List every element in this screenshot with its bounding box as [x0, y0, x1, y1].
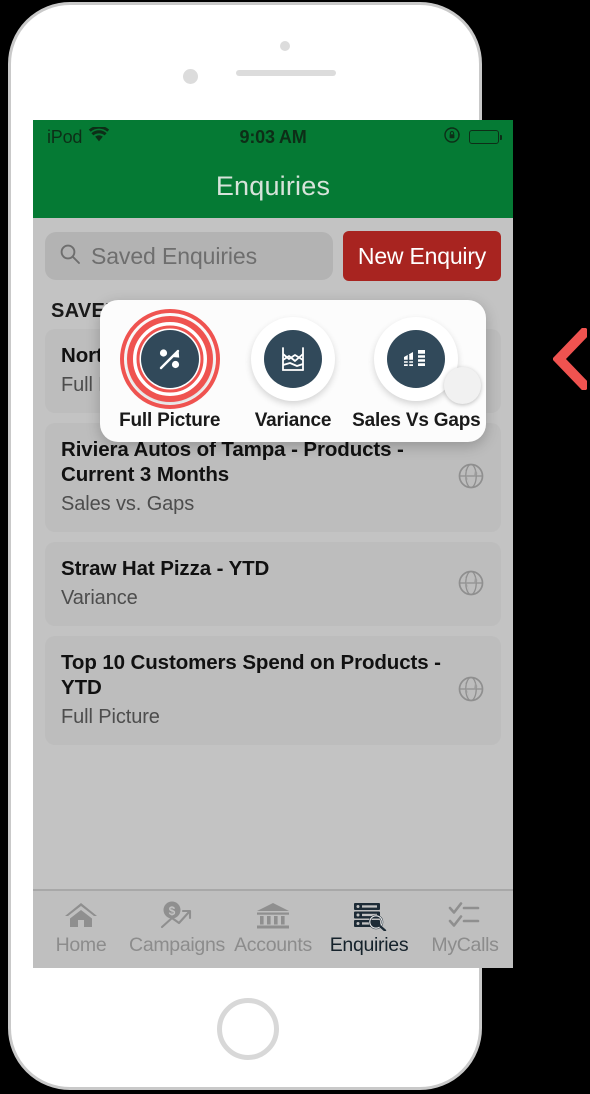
page-title: Enquiries — [215, 170, 331, 201]
tab-label: Enquiries — [329, 934, 409, 956]
list-item-title: Top 10 Customers Spend on Products - YTD — [61, 650, 441, 700]
checklist-icon — [446, 898, 484, 932]
sales-vs-gaps-icon — [387, 330, 446, 388]
tab-accounts[interactable]: Accounts — [225, 898, 321, 957]
full-picture-icon-wrap — [119, 309, 220, 409]
status-bar: iPod 9:03 AM — [33, 120, 513, 154]
battery-icon — [469, 130, 503, 144]
status-bar-left: iPod — [47, 125, 240, 148]
variance-chart-icon — [263, 330, 322, 388]
tab-label: MyCalls — [431, 934, 499, 956]
tab-campaigns[interactable]: $ Campaigns — [129, 898, 225, 957]
status-time: 9:03 AM — [239, 126, 307, 147]
full-picture-icon — [140, 330, 199, 388]
navigation-bar: Enquiries — [33, 154, 513, 218]
list-item-title: Straw Hat Pizza - YTD — [61, 556, 270, 580]
touch-cursor-icon — [444, 367, 481, 404]
new-enquiry-button[interactable]: New Enquiry — [343, 231, 501, 281]
list-item-subtitle: Sales vs. Gaps — [61, 492, 195, 515]
chart-type-popup: Full Picture Variance Sales Vs Gaps — [100, 300, 486, 442]
rotation-lock-icon — [443, 126, 461, 149]
list-item[interactable]: Top 10 Customers Spend on Products - YTD… — [45, 635, 501, 745]
campaigns-dollar-growth-icon: $ — [158, 898, 196, 932]
list-item-text: Straw Hat Pizza - YTD Variance — [61, 556, 445, 610]
globe-icon — [457, 569, 485, 597]
tab-label: Campaigns — [129, 934, 225, 956]
status-bar-right — [306, 126, 503, 149]
home-icon — [62, 898, 100, 932]
svg-text:$: $ — [169, 904, 176, 918]
chart-option-label: Full Picture — [119, 410, 221, 431]
carrier-label: iPod — [47, 126, 83, 147]
list-item[interactable]: Straw Hat Pizza - YTD Variance — [45, 541, 501, 626]
globe-icon — [457, 462, 485, 490]
list-item-text: Riviera Autos of Tampa - Products - Curr… — [61, 437, 445, 516]
list-item-subtitle: Variance — [61, 586, 138, 609]
tab-label: Accounts — [234, 934, 312, 956]
chart-option-label: Sales Vs Gaps — [352, 410, 481, 431]
variance-icon-wrap — [246, 312, 340, 406]
chart-option-variance[interactable]: Variance — [234, 312, 352, 432]
wifi-icon — [88, 125, 110, 148]
tab-mycalls[interactable]: MyCalls — [417, 898, 513, 957]
tab-home[interactable]: Home — [33, 898, 129, 957]
front-camera-icon — [183, 69, 198, 84]
chart-option-label: Variance — [254, 410, 332, 431]
tab-label: Home — [55, 934, 107, 956]
phone-screen: iPod 9:03 AM Enquiries Saved Enquiries N… — [33, 120, 513, 968]
list-item-title: Riviera Autos of Tampa - Products - Curr… — [61, 437, 404, 487]
server-search-icon — [350, 898, 388, 932]
bank-building-icon — [254, 898, 292, 932]
search-input[interactable]: Saved Enquiries — [45, 232, 333, 280]
tab-enquiries[interactable]: Enquiries — [321, 898, 417, 957]
list-item-text: Top 10 Customers Spend on Products - YTD… — [61, 650, 445, 729]
home-button[interactable] — [217, 998, 279, 1060]
globe-icon — [457, 675, 485, 703]
search-icon — [59, 243, 81, 270]
chart-option-full-picture[interactable]: Full Picture — [111, 309, 229, 432]
search-placeholder-text: Saved Enquiries — [91, 242, 257, 269]
proximity-sensor-icon — [280, 41, 290, 51]
list-item-subtitle: Full Picture — [61, 705, 160, 728]
left-chevron-annotation-icon — [552, 325, 590, 393]
search-row: Saved Enquiries New Enquiry — [33, 218, 513, 292]
earpiece-speaker — [236, 70, 336, 76]
bottom-tab-bar: Home $ Campaigns Accounts Enquiries MyCa… — [33, 889, 513, 968]
